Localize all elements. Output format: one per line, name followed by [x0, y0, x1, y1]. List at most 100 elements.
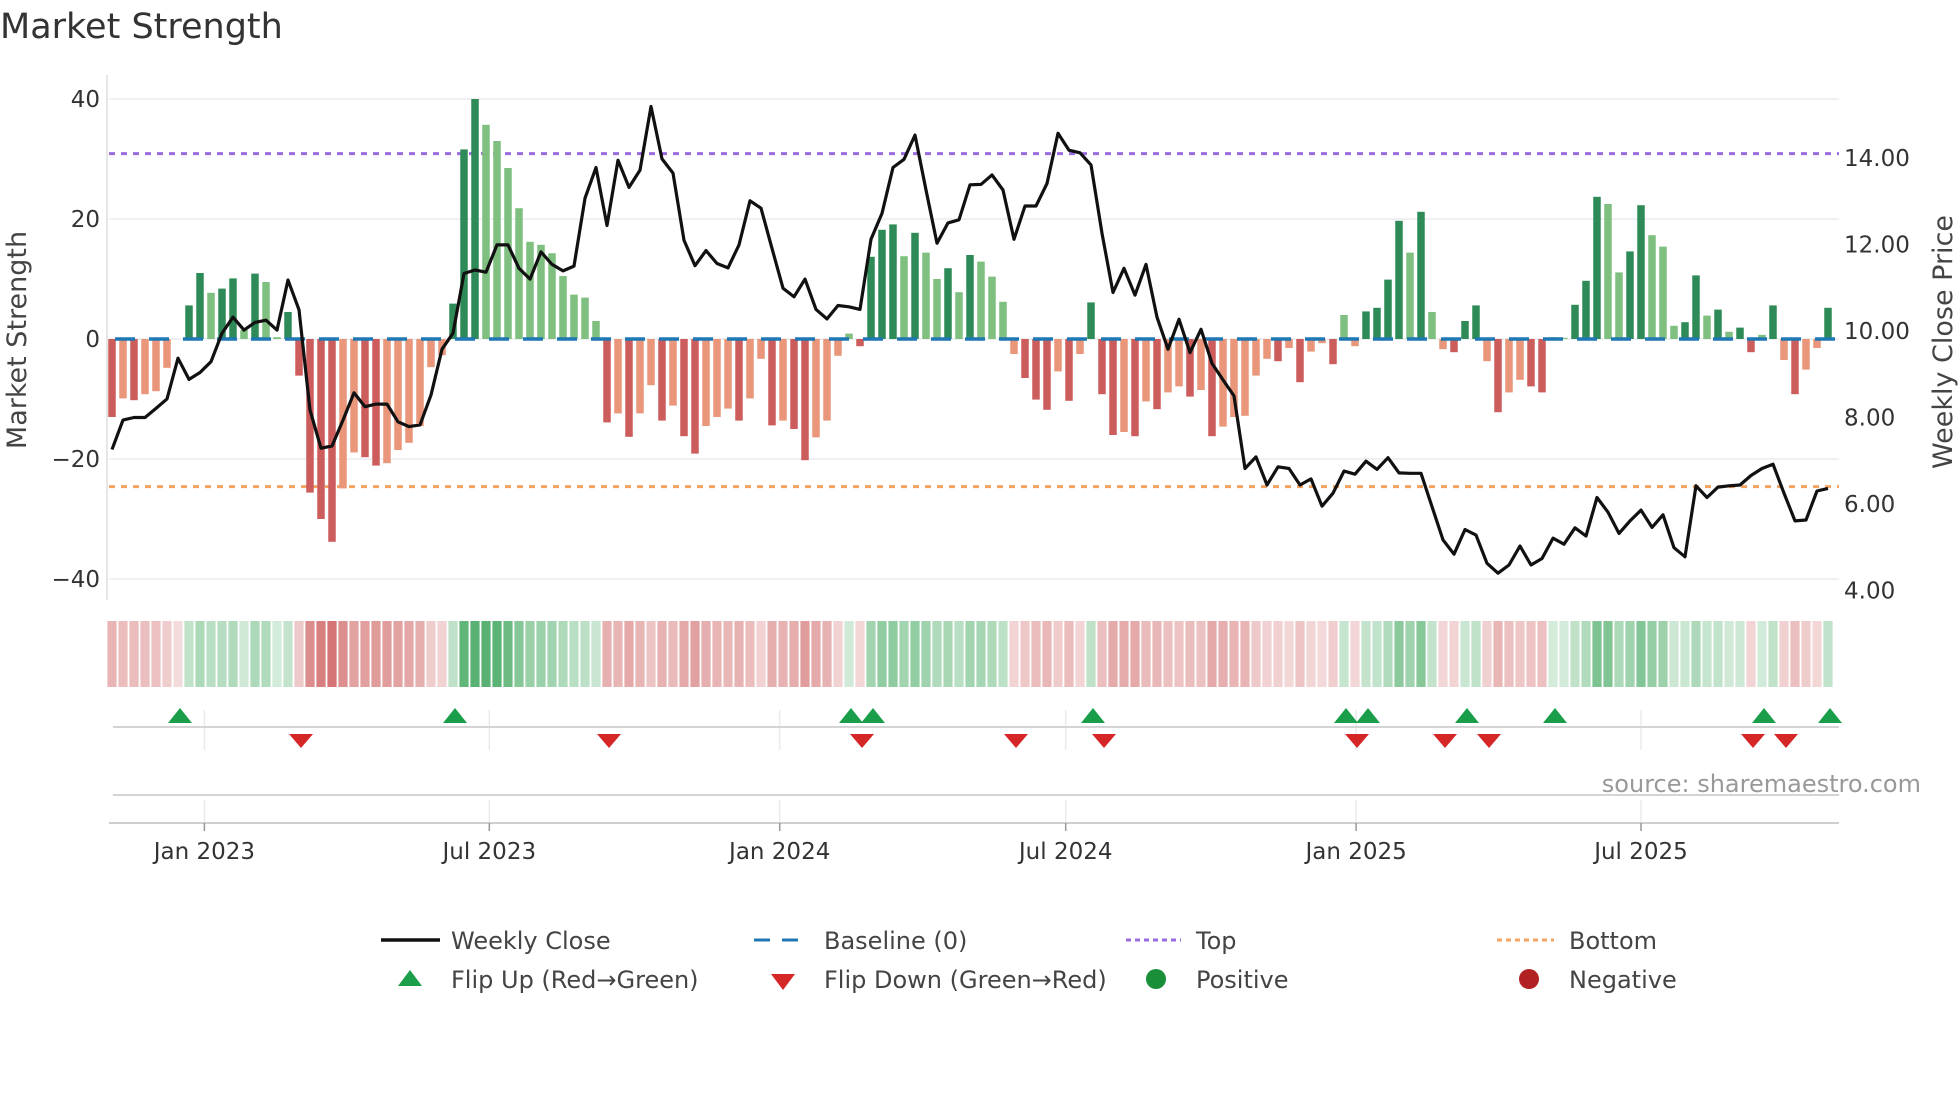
strip-cell [1251, 621, 1261, 687]
strip-cell [932, 621, 942, 687]
positive-bar [185, 305, 193, 339]
positive-bar [581, 297, 589, 339]
flip-up-marker [1455, 708, 1479, 723]
negative-bar [1241, 339, 1249, 416]
strip-cell [393, 621, 403, 687]
negative-bar [1483, 339, 1491, 362]
strip-cell [1229, 621, 1239, 687]
strip-cell [470, 621, 480, 687]
negative-bar [1197, 339, 1205, 390]
positive-bar [570, 294, 578, 339]
negative-bar [317, 339, 325, 519]
negative-bar [801, 339, 809, 461]
strip-cell [371, 621, 381, 687]
positive-bar [1703, 315, 1711, 339]
strip-cell [1372, 621, 1382, 687]
flip-up-marker [168, 708, 192, 723]
strip-cell [657, 621, 667, 687]
strip-cell [1394, 621, 1404, 687]
positive-bar [1373, 307, 1381, 339]
triangle-down-icon [771, 974, 795, 990]
strip-cell [1625, 621, 1635, 687]
strip-cell [1350, 621, 1360, 687]
strip-cell [789, 621, 799, 687]
positive-bar [1692, 275, 1700, 339]
negative-bar [603, 339, 611, 423]
strip-cell [1702, 621, 1712, 687]
strip-cell [1361, 621, 1371, 687]
legend-label: Positive [1196, 966, 1289, 994]
y2-axis-ticks: 14.00 12.00 10.00 8.00 6.00 4.00 [1844, 146, 1910, 605]
strip-cell [1779, 621, 1789, 687]
strip-cell [1471, 621, 1481, 687]
negative-bar [1494, 339, 1502, 413]
negative-bar [1065, 339, 1073, 401]
negative-bar [812, 339, 820, 438]
strip-cell [1823, 621, 1833, 687]
y-axis-ticks: 40 20 0 −20 −40 [51, 87, 100, 593]
negative-bar [669, 339, 677, 406]
legend-label: Flip Up (Red→Green) [451, 966, 699, 994]
strip-cell [921, 621, 931, 687]
positive-bar [196, 273, 204, 339]
flip-down-marker [1477, 734, 1501, 748]
strip-cell [327, 621, 337, 687]
strip-cell [1812, 621, 1822, 687]
strip-cell [976, 621, 986, 687]
y2-axis-title: Weekly Close Price [1928, 215, 1959, 469]
flip-up-marker [1081, 708, 1105, 723]
strength-heat-strip [107, 621, 1833, 687]
strip-cell [1053, 621, 1063, 687]
strip-cell [1526, 621, 1536, 687]
strip-cell [723, 621, 733, 687]
chart-title: Market Strength [0, 7, 283, 47]
strip-cell [1570, 621, 1580, 687]
negative-bar [658, 339, 666, 421]
y2-tick-label: 6.00 [1844, 492, 1895, 518]
strip-cell [624, 621, 634, 687]
strip-cell [437, 621, 447, 687]
strip-cell [1724, 621, 1734, 687]
strip-cell [250, 621, 260, 687]
negative-bar [735, 339, 743, 421]
positive-bar [592, 321, 600, 339]
positive-bar [966, 255, 974, 339]
positive-bar [1395, 220, 1403, 339]
strip-cell [1427, 621, 1437, 687]
strip-cell [1196, 621, 1206, 687]
strip-cell [1658, 621, 1668, 687]
positive-bar [1087, 302, 1095, 339]
strip-cell [1504, 621, 1514, 687]
positive-bar [1681, 322, 1689, 339]
strip-cell [822, 621, 832, 687]
strip-cell [492, 621, 502, 687]
flip-down-marker [1004, 734, 1028, 748]
positive-bar [1769, 305, 1777, 339]
strip-cell [1680, 621, 1690, 687]
negative-bar [1131, 339, 1139, 437]
strip-cell [415, 621, 425, 687]
strip-cell [129, 621, 139, 687]
negative-bar [713, 339, 721, 417]
positive-bar [1384, 279, 1392, 339]
strip-cell [1537, 621, 1547, 687]
strip-cell [1306, 621, 1316, 687]
negative-bar [152, 339, 160, 392]
positive-bar [1736, 327, 1744, 339]
strip-cell [1801, 621, 1811, 687]
negative-bar [1505, 339, 1513, 393]
positive-bar [1714, 309, 1722, 339]
strip-cell [690, 621, 700, 687]
positive-bar [944, 268, 952, 339]
strip-cell [1460, 621, 1470, 687]
flip-up-marker [1334, 708, 1358, 723]
positive-bar [900, 256, 908, 339]
negative-bar [647, 339, 655, 386]
strip-cell [184, 621, 194, 687]
negative-bar [1076, 339, 1084, 354]
strip-cell [1757, 621, 1767, 687]
positive-bar [262, 282, 270, 339]
positive-bar [1670, 325, 1678, 339]
flip-up-marker [443, 708, 467, 723]
strip-cell [1042, 621, 1052, 687]
